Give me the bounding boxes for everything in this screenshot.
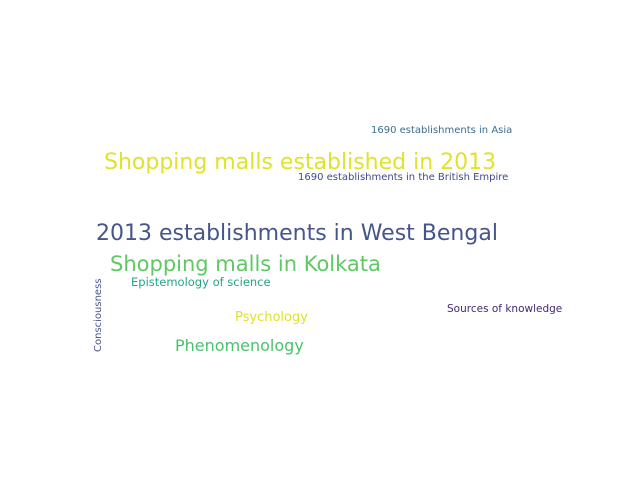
word-epistemology-of-science: Epistemology of science xyxy=(131,275,271,289)
word-sources-of-knowledge: Sources of knowledge xyxy=(447,303,563,315)
word-1690-establishments-in-asia: 1690 establishments in Asia xyxy=(371,125,513,136)
word-shopping-malls-established-in-2013: Shopping malls established in 2013 xyxy=(104,150,497,175)
word-consciousness: Consciousness xyxy=(93,278,104,352)
word-shopping-malls-in-kolkata: Shopping malls in Kolkata xyxy=(110,252,381,276)
word-phenomenology: Phenomenology xyxy=(175,336,304,355)
word-cloud: 1690 establishments in Asia Shopping mal… xyxy=(0,0,640,480)
word-2013-establishments-in-west-bengal: 2013 establishments in West Bengal xyxy=(96,221,498,246)
word-1690-establishments-in-the-british-empire: 1690 establishments in the British Empir… xyxy=(298,172,509,183)
word-psychology: Psychology xyxy=(235,310,308,325)
